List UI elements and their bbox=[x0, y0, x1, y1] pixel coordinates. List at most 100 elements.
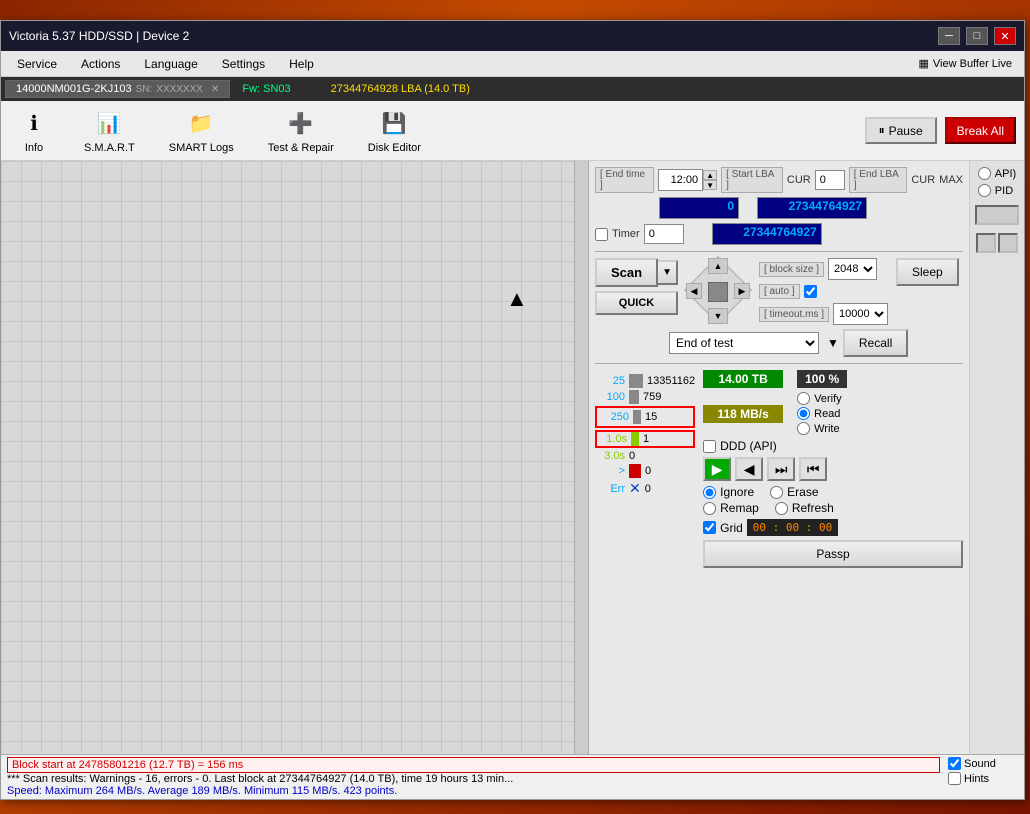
api-label: API) bbox=[995, 168, 1016, 180]
minimize-button[interactable]: ─ bbox=[938, 27, 960, 45]
scan-scrollbar[interactable] bbox=[574, 161, 588, 754]
stat-row-250: 250 15 bbox=[595, 406, 695, 428]
speed-mbs-badge: 118 MB/s bbox=[703, 405, 783, 423]
erase-radio[interactable] bbox=[770, 486, 783, 499]
remap-radio[interactable] bbox=[703, 502, 716, 515]
stats-section: 25 13351162 100 759 250 15 bbox=[595, 374, 695, 568]
stat-err-label: Err bbox=[595, 483, 625, 495]
disk-editor-button[interactable]: 💾 Disk Editor bbox=[359, 103, 430, 159]
api-radio[interactable] bbox=[978, 167, 991, 180]
timeout-select[interactable]: 10000 bbox=[833, 303, 888, 325]
menu-settings[interactable]: Settings bbox=[210, 54, 277, 74]
block-size-select[interactable]: 2048 bbox=[828, 258, 877, 280]
pid-label: PID bbox=[995, 185, 1013, 197]
pause-icon: ⏸ bbox=[879, 123, 885, 138]
device-tab[interactable]: 14000NM001G-2KJ103 SN: XXXXXXX ✕ bbox=[5, 80, 230, 98]
passp-button[interactable]: Passp bbox=[703, 540, 963, 568]
window-title: Victoria 5.37 HDD/SSD | Device 2 bbox=[9, 29, 189, 43]
end-of-test-select[interactable]: End of test bbox=[669, 332, 819, 354]
ignore-radio[interactable] bbox=[703, 486, 716, 499]
read-radio[interactable] bbox=[797, 407, 810, 420]
maximize-button[interactable]: □ bbox=[966, 27, 988, 45]
end-lba-value[interactable]: 27344764927 bbox=[757, 197, 867, 219]
quick-button[interactable]: QUICK bbox=[595, 291, 678, 315]
pause-button[interactable]: ⏸ Pause bbox=[865, 117, 937, 144]
sleep-button[interactable]: Sleep bbox=[896, 258, 959, 286]
ddd-row: DDD (API) bbox=[703, 439, 963, 453]
auto-checkbox[interactable] bbox=[804, 285, 817, 298]
skip-end-button[interactable]: ⏮ bbox=[799, 457, 827, 481]
stat-row-100: 100 759 bbox=[595, 390, 695, 404]
time-up[interactable]: ▲ bbox=[703, 170, 717, 180]
mbs-row: 118 MB/s Verify Read bbox=[703, 392, 963, 435]
timer-value-input[interactable] bbox=[644, 224, 684, 244]
diamond-down[interactable]: ▼ bbox=[708, 308, 728, 324]
sound-row: Sound bbox=[948, 757, 1018, 770]
lba-label: 27344764928 LBA (14.0 TB) bbox=[331, 83, 470, 95]
ddd-api-checkbox[interactable] bbox=[703, 440, 716, 453]
smart-logs-button[interactable]: 📁 SMART Logs bbox=[160, 103, 243, 159]
end-lba-label: [ End LBA ] bbox=[849, 167, 908, 193]
timeout-row: [ timeout.ms ] 10000 bbox=[759, 303, 888, 325]
speed-row: 14.00 TB 100 % bbox=[703, 370, 963, 388]
verify-radio[interactable] bbox=[797, 392, 810, 405]
stat-1s-val: 1 bbox=[643, 433, 649, 445]
percent-value: 100 bbox=[805, 372, 825, 386]
menu-actions[interactable]: Actions bbox=[69, 54, 132, 74]
right-controls: 14.00 TB 100 % 118 MB/s bbox=[703, 370, 963, 568]
speed-tb-badge: 14.00 TB bbox=[703, 370, 783, 388]
pid-radio[interactable] bbox=[978, 184, 991, 197]
close-button[interactable]: ✕ bbox=[994, 27, 1016, 45]
err-icon: ✕ bbox=[629, 480, 641, 497]
hints-checkbox[interactable] bbox=[948, 772, 961, 785]
stat-250-val: 15 bbox=[645, 411, 657, 423]
tab-close-icon[interactable]: ✕ bbox=[211, 84, 219, 95]
device-id: 14000NM001G-2KJ103 bbox=[16, 83, 132, 95]
disk-editor-icon: 💾 bbox=[378, 108, 410, 140]
time-input[interactable] bbox=[658, 169, 703, 191]
smart-logs-icon: 📁 bbox=[185, 108, 217, 140]
scan-dropdown-button[interactable]: ▼ bbox=[658, 260, 678, 285]
info-button[interactable]: ℹ Info bbox=[9, 103, 59, 159]
start-lba-value[interactable]: 0 bbox=[659, 197, 739, 219]
end-time-label: [ End time ] bbox=[595, 167, 654, 193]
play-button[interactable]: ▶ bbox=[703, 457, 731, 481]
sidebar-small-btn3[interactable] bbox=[998, 233, 1018, 253]
grid-checkbox[interactable] bbox=[703, 521, 716, 534]
verify-label: Verify bbox=[814, 393, 842, 405]
diamond-left[interactable]: ◀ bbox=[686, 283, 702, 299]
back-button[interactable]: ◀ bbox=[735, 457, 763, 481]
refresh-radio[interactable] bbox=[775, 502, 788, 515]
break-all-button[interactable]: Break All bbox=[945, 117, 1016, 144]
recall-button[interactable]: Recall bbox=[843, 329, 908, 357]
sidebar-small-btn1[interactable] bbox=[975, 205, 1019, 225]
scan-button[interactable]: Scan bbox=[595, 258, 658, 287]
test-repair-button[interactable]: ➕ Test & Repair bbox=[259, 103, 343, 159]
smart-logs-label: SMART Logs bbox=[169, 142, 234, 154]
forward-end-button[interactable]: ⏭ bbox=[767, 457, 795, 481]
cur-value-input[interactable] bbox=[815, 170, 845, 190]
stat-gt-label: > bbox=[595, 465, 625, 477]
menu-service[interactable]: Service bbox=[5, 54, 69, 74]
mode-group: Ignore Erase Remap Refresh bbox=[703, 485, 963, 515]
diamond-up[interactable]: ▲ bbox=[708, 258, 728, 274]
menu-language[interactable]: Language bbox=[132, 54, 209, 74]
refresh-label: Refresh bbox=[792, 501, 834, 515]
timer-checkbox[interactable] bbox=[595, 228, 608, 241]
view-buffer-button[interactable]: ▦ View Buffer Live bbox=[911, 55, 1021, 72]
time-down[interactable]: ▼ bbox=[703, 180, 717, 190]
sound-checkbox[interactable] bbox=[948, 757, 961, 770]
time-arrows: ▲ ▼ bbox=[703, 170, 717, 190]
stat-25-val: 13351162 bbox=[647, 375, 695, 387]
write-radio[interactable] bbox=[797, 422, 810, 435]
tab-bar: 14000NM001G-2KJ103 SN: XXXXXXX ✕ Fw: SN0… bbox=[1, 77, 1024, 101]
diamond-right[interactable]: ▶ bbox=[734, 283, 750, 299]
end-lba-value2[interactable]: 27344764927 bbox=[712, 223, 822, 245]
grid-row: Grid 00 : 00 : 00 bbox=[703, 519, 963, 536]
menu-help[interactable]: Help bbox=[277, 54, 326, 74]
smart-button[interactable]: 📊 S.M.A.R.T bbox=[75, 103, 144, 159]
stat-100-bar bbox=[629, 390, 639, 404]
sidebar-small-btn2[interactable] bbox=[976, 233, 996, 253]
info-label: Info bbox=[25, 142, 43, 154]
stat-3s-label: 3.0s bbox=[595, 450, 625, 462]
